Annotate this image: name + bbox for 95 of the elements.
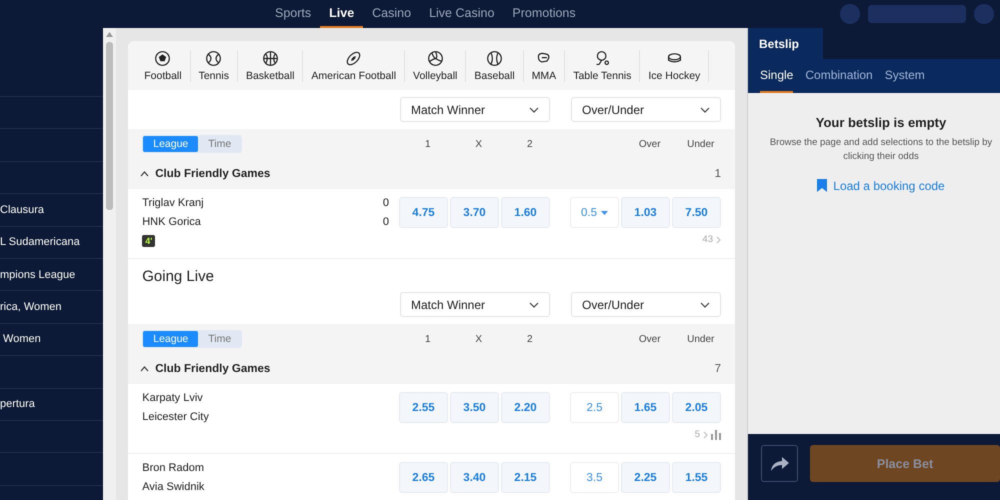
odds-button[interactable]: 1.03 [621, 197, 670, 228]
league-name: Club Friendly Games [155, 363, 270, 375]
betslip-title[interactable]: Betslip [748, 28, 823, 59]
section-title: Going Live [141, 267, 215, 285]
basketball-icon [262, 50, 279, 66]
chevron-icon[interactable] [716, 236, 721, 244]
column-header: X [474, 138, 484, 150]
league-link[interactable]: mpions League [0, 268, 76, 281]
baseball-icon [486, 50, 504, 66]
market-dropdown[interactable]: Over/Under [571, 97, 721, 122]
odds-button[interactable]: 1.60 [501, 197, 550, 228]
american-football-icon [345, 50, 362, 66]
tennis-icon [205, 50, 222, 66]
team-name: Avia Swidnik [142, 481, 204, 493]
odds-button[interactable]: 3.70 [450, 197, 499, 228]
empty-message: Browse the page and add selections to the betslip by clicking their odds [768, 136, 994, 164]
bet-type-tab[interactable]: Single [760, 59, 794, 93]
score: 0 [382, 197, 389, 209]
sport-tab[interactable]: Volleyball [405, 50, 466, 82]
league-name: Club Friendly Games [155, 168, 270, 180]
nav-tab[interactable]: Sports [266, 0, 320, 28]
column-header: Under [686, 334, 716, 344]
column-header: Over [638, 138, 662, 150]
nav-tab[interactable]: Casino [363, 0, 420, 28]
team-name: Bron Radom [142, 462, 204, 474]
nav-tab[interactable]: Promotions [503, 0, 585, 28]
empty-title: Your betslip is empty [816, 115, 946, 130]
match-count: 7 [714, 363, 721, 375]
chevron-down-icon[interactable] [529, 302, 539, 308]
odds-button[interactable]: 2.20 [501, 392, 550, 423]
odds-button[interactable]: 7.50 [672, 197, 721, 228]
match-count: 1 [714, 168, 721, 180]
collapse-icon[interactable] [140, 366, 150, 372]
league-link[interactable]: Women [0, 333, 41, 346]
team-name: Karpaty Lviv [142, 392, 203, 404]
odds-button[interactable]: 2.55 [399, 392, 448, 423]
column-header: 1 [424, 334, 432, 344]
volleyball-icon [426, 50, 444, 66]
league-link[interactable]: pertura [0, 398, 35, 410]
market-dropdown[interactable]: Match Winner [400, 97, 550, 122]
team-name: Triglav Kranj [142, 197, 204, 209]
chevron-down-icon[interactable] [700, 106, 710, 112]
odds-button[interactable]: 2.25 [621, 462, 670, 493]
score: 0 [382, 216, 389, 228]
sport-tab[interactable]: Football [136, 50, 191, 82]
booking-code-link[interactable]: Load a booking code [833, 178, 945, 192]
column-header: Under [686, 138, 716, 150]
scroll-up-icon[interactable] [106, 32, 114, 37]
sport-tab[interactable]: American Football [303, 50, 406, 82]
collapse-icon[interactable] [140, 171, 150, 177]
chevron-down-icon[interactable] [529, 106, 539, 112]
sport-tab[interactable]: MMA [524, 50, 566, 82]
line-value: 3.5 [570, 462, 619, 493]
column-header: Over [638, 334, 662, 344]
chevron-down-icon[interactable] [700, 302, 710, 308]
sport-tab[interactable]: Ice Hockey [640, 50, 710, 82]
market-dropdown[interactable]: Match Winner [400, 292, 550, 317]
scrollbar-thumb[interactable] [106, 42, 114, 210]
bet-type-tab[interactable]: Combination [805, 59, 873, 93]
odds-button[interactable]: 3.50 [450, 392, 499, 423]
match-time: 4' [142, 235, 156, 247]
table-tennis-icon [594, 50, 611, 66]
share-button[interactable] [761, 445, 798, 482]
column-header: 1 [424, 138, 432, 150]
football-icon [154, 50, 172, 66]
odds-button[interactable]: 2.65 [399, 462, 448, 493]
column-header: X [474, 334, 484, 344]
sport-tab[interactable]: Tennis [190, 50, 238, 82]
bookmark-icon[interactable] [817, 179, 828, 192]
odds-button[interactable]: 2.15 [501, 462, 550, 493]
sport-tab[interactable]: Table Tennis [565, 50, 640, 82]
nav-tab[interactable]: Live Casino [420, 0, 504, 28]
stats-icon[interactable] [711, 430, 721, 440]
odds-button[interactable]: 1.55 [672, 462, 721, 493]
odds-button[interactable]: 3.40 [450, 462, 499, 493]
odds-button[interactable]: 4.75 [399, 197, 448, 228]
odds-button[interactable]: 1.65 [621, 392, 670, 423]
team-name: HNK Gorica [142, 216, 201, 228]
market-dropdown[interactable]: Over/Under [571, 292, 721, 317]
column-header: 2 [526, 138, 534, 150]
line-value: 2.5 [570, 392, 619, 423]
team-name: Leicester City [142, 411, 209, 423]
sort-toggle[interactable]: Time [198, 136, 242, 152]
sport-tab[interactable]: Basketball [238, 50, 304, 82]
odds-button[interactable]: 2.05 [672, 392, 721, 423]
column-header: 2 [526, 334, 534, 344]
sport-tab[interactable]: Baseball [466, 50, 524, 82]
caret-icon[interactable] [601, 210, 608, 214]
league-link[interactable]: Clausura [0, 204, 44, 216]
bet-type-tab[interactable]: System [884, 59, 925, 93]
sort-toggle[interactable]: Time [198, 331, 242, 347]
chevron-icon[interactable] [703, 430, 708, 438]
share-icon[interactable] [770, 456, 788, 470]
league-link[interactable]: L Sudamericana [0, 236, 80, 248]
league-link[interactable]: rica, Women [0, 301, 62, 314]
